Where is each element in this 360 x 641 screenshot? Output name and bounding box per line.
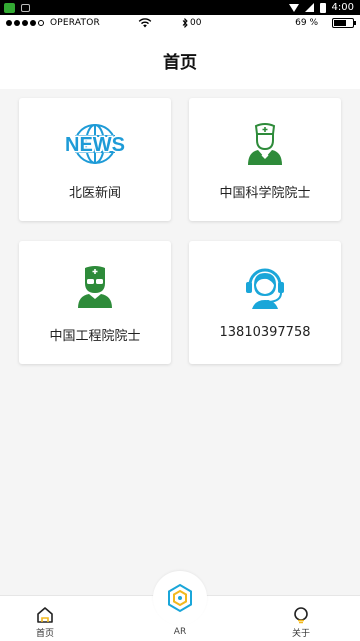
signal-icon [304, 3, 314, 12]
status-bar: OPERATOR 00 69 % [0, 15, 360, 31]
battery-indicator [332, 18, 356, 28]
news-globe-icon: NEWS [61, 120, 129, 168]
card-cae-label: 中国工程院院士 [49, 329, 141, 344]
home-icon [37, 607, 53, 623]
svg-text:NEWS: NEWS [65, 134, 125, 156]
page-header: 首页 [0, 31, 360, 89]
wifi-icon [288, 3, 299, 12]
card-news[interactable]: NEWS 北医新闻 [19, 98, 171, 221]
bluetooth-value: 00 [189, 18, 202, 28]
battery-fill [334, 20, 347, 26]
card-hotline-label: 13810397758 [219, 325, 311, 340]
card-news-label: 北医新闻 [68, 186, 121, 201]
page-title: 首页 [163, 52, 197, 73]
tab-about-label: 关于 [292, 629, 311, 639]
headset-support-icon [243, 263, 287, 311]
tab-home-label: 首页 [36, 629, 55, 639]
system-bar: 4:00 [0, 0, 360, 15]
card-cas-academicians[interactable]: 中国科学院院士 [189, 98, 341, 221]
notification-icon [21, 3, 30, 12]
battery-icon [319, 2, 326, 13]
wifi-icon [138, 18, 152, 28]
doctor-icon [245, 120, 285, 168]
bottom-tab-bar: 首页 AR 关于 [0, 571, 360, 641]
system-time: 4:00 [331, 2, 354, 13]
bulb-icon [294, 607, 308, 624]
ar-hexagon-icon [168, 583, 192, 613]
tab-home[interactable]: 首页 [36, 606, 54, 639]
ar-button[interactable] [153, 571, 207, 625]
carrier-name: OPERATOR [50, 18, 100, 28]
doctor-glasses-icon [75, 263, 115, 311]
app-notification-icon [4, 2, 15, 13]
card-hotline[interactable]: 13810397758 [189, 241, 341, 364]
tab-about[interactable]: 关于 [292, 606, 310, 639]
card-cas-label: 中国科学院院士 [219, 186, 311, 201]
card-cae-academicians[interactable]: 中国工程院院士 [19, 241, 171, 364]
tab-ar-label: AR [173, 627, 187, 637]
battery-percent: 69 % [295, 18, 318, 28]
bluetooth-icon [182, 18, 188, 28]
tab-ar[interactable]: AR [153, 571, 207, 637]
bluetooth-status: 00 [182, 18, 201, 28]
signal-dots-icon [6, 20, 44, 26]
